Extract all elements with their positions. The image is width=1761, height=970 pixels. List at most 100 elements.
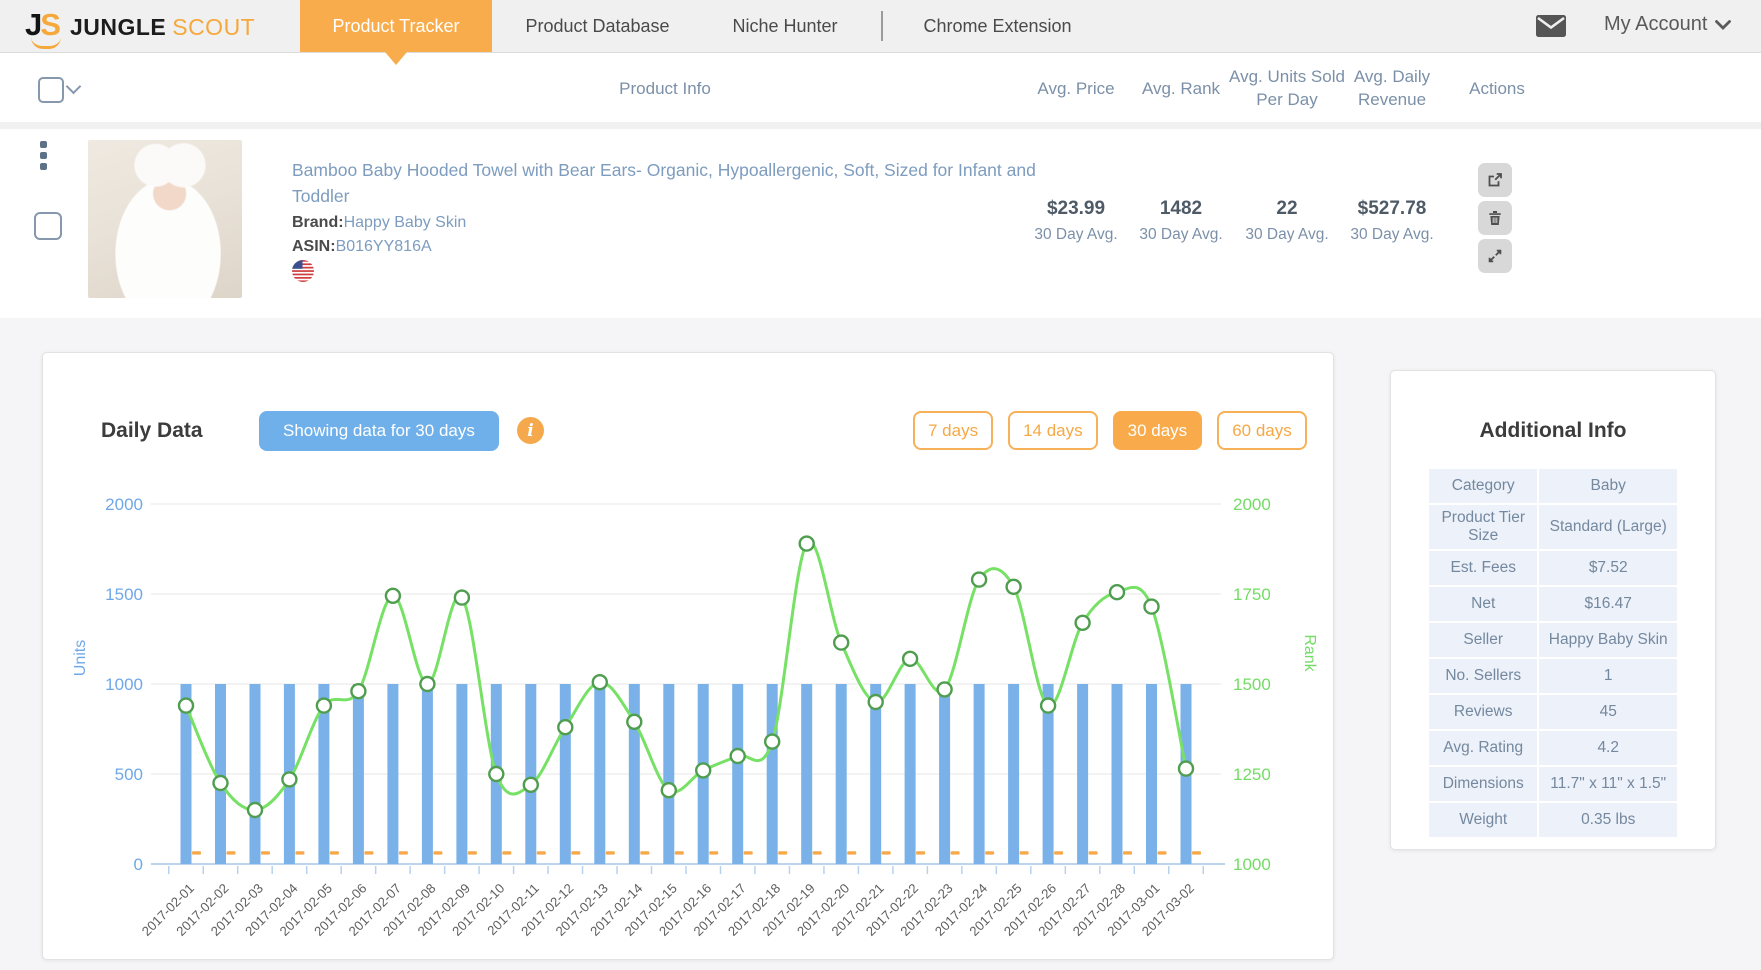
stat-avg-daily-revenue: $527.78 30 Day Avg. (1327, 198, 1457, 244)
product-row: Bamboo Baby Hooded Towel with Bear Ears-… (0, 129, 1761, 318)
rank-point[interactable] (214, 776, 228, 790)
rank-point[interactable] (1179, 762, 1193, 776)
rank-point[interactable] (903, 652, 917, 666)
logo-swoosh (31, 37, 61, 49)
price-marker (227, 851, 236, 854)
rank-point[interactable] (420, 677, 434, 691)
daily-data-card: Daily Data Showing data for 30 days i 7 … (42, 352, 1334, 960)
price-marker (364, 851, 373, 854)
rank-point[interactable] (558, 720, 572, 734)
expand-details-button[interactable] (1478, 239, 1512, 273)
select-menu-toggle[interactable] (68, 81, 79, 92)
rank-point[interactable] (1007, 580, 1021, 594)
additional-info-table: CategoryBaby Product Tier SizeStandard (… (1427, 467, 1679, 839)
price-marker (778, 851, 787, 854)
col-actions: Actions (1447, 78, 1547, 101)
tab-chrome-extension[interactable]: Chrome Extension (905, 0, 1090, 52)
table-row: Est. Fees$7.52 (1429, 551, 1677, 585)
rank-point[interactable] (662, 783, 676, 797)
table-row: Product Tier SizeStandard (Large) (1429, 505, 1677, 549)
rank-point[interactable] (696, 763, 710, 777)
units-bar (870, 684, 881, 864)
price-marker (468, 851, 477, 854)
rank-point[interactable] (248, 803, 262, 817)
rank-point[interactable] (593, 675, 607, 689)
drag-handle[interactable] (40, 141, 47, 170)
table-row: No. Sellers1 (1429, 659, 1677, 693)
col-avg-rank: Avg. Rank (1131, 78, 1231, 101)
tab-product-tracker[interactable]: Product Tracker (300, 0, 492, 52)
info-value: 1 (1539, 659, 1677, 693)
price-marker (1123, 851, 1132, 854)
select-all-checkbox[interactable] (38, 77, 64, 103)
info-value: $16.47 (1539, 587, 1677, 621)
logo-word-jungle: JUNGLE (70, 14, 166, 41)
product-image[interactable] (88, 140, 242, 298)
units-bar (525, 684, 536, 864)
rank-point[interactable] (938, 682, 952, 696)
price-marker (295, 851, 304, 854)
rank-point[interactable] (386, 589, 400, 603)
left-axis-tick-label: 1500 (105, 585, 143, 604)
avg-daily-revenue-value: $527.78 (1327, 198, 1457, 220)
rank-point[interactable] (1110, 585, 1124, 599)
rank-point[interactable] (282, 772, 296, 786)
brand-value[interactable]: Happy Baby Skin (344, 214, 467, 231)
row-checkbox[interactable] (34, 212, 62, 240)
rank-point[interactable] (972, 573, 986, 587)
left-axis-tick-label: 500 (115, 765, 143, 784)
rank-point[interactable] (869, 695, 883, 709)
left-axis-tick-label: 1000 (105, 675, 143, 694)
rank-point[interactable] (455, 591, 469, 605)
rank-point[interactable] (731, 749, 745, 763)
table-row: Avg. Rating4.2 (1429, 731, 1677, 765)
rank-point[interactable] (524, 778, 538, 792)
rank-point[interactable] (179, 699, 193, 713)
additional-info-title: Additional Info (1391, 419, 1715, 443)
info-label: Avg. Rating (1429, 731, 1537, 765)
price-marker (813, 851, 822, 854)
my-account-menu[interactable]: My Account (1604, 13, 1731, 36)
trash-icon (1487, 210, 1503, 226)
rank-point[interactable] (765, 735, 779, 749)
col-avg-units: Avg. Units Sold Per Day (1217, 66, 1357, 112)
tab-product-database-label: Product Database (525, 16, 669, 37)
brand-label: Brand: (292, 214, 344, 231)
jungle-scout-logo[interactable]: JS JUNGLE SCOUT (25, 7, 255, 43)
price-marker (744, 851, 753, 854)
rank-point[interactable] (800, 537, 814, 551)
rank-point[interactable] (1041, 699, 1055, 713)
open-on-amazon-button[interactable] (1478, 163, 1512, 197)
units-bar (836, 684, 847, 864)
units-bar (456, 684, 467, 864)
product-title-link[interactable]: Bamboo Baby Hooded Towel with Bear Ears-… (292, 157, 1037, 210)
units-bar (939, 684, 950, 864)
tab-niche-hunter[interactable]: Niche Hunter (715, 0, 855, 52)
tab-product-database[interactable]: Product Database (505, 0, 690, 52)
rank-point[interactable] (317, 699, 331, 713)
price-marker (1089, 851, 1098, 854)
active-tab-pointer (385, 52, 407, 65)
top-navbar: JS JUNGLE SCOUT Product Tracker Product … (0, 0, 1761, 53)
left-axis-tick-label: 2000 (105, 495, 143, 514)
rank-point[interactable] (351, 684, 365, 698)
rank-point[interactable] (1145, 600, 1159, 614)
rank-point[interactable] (627, 715, 641, 729)
rank-line (186, 542, 1186, 810)
units-bar (732, 684, 743, 864)
rank-point[interactable] (834, 636, 848, 650)
info-value: Standard (Large) (1539, 505, 1677, 549)
units-bar (387, 684, 398, 864)
delete-product-button[interactable] (1478, 201, 1512, 235)
messages-button[interactable] (1536, 15, 1566, 42)
rank-point[interactable] (1076, 616, 1090, 630)
asin-value[interactable]: B016YY816A (336, 238, 432, 255)
info-value: $7.52 (1539, 551, 1677, 585)
table-row: Net$16.47 (1429, 587, 1677, 621)
units-bar (594, 684, 605, 864)
price-marker (330, 851, 339, 854)
price-marker (1158, 851, 1167, 854)
units-bar (250, 684, 261, 864)
rank-point[interactable] (489, 767, 503, 781)
info-label: Seller (1429, 623, 1537, 657)
